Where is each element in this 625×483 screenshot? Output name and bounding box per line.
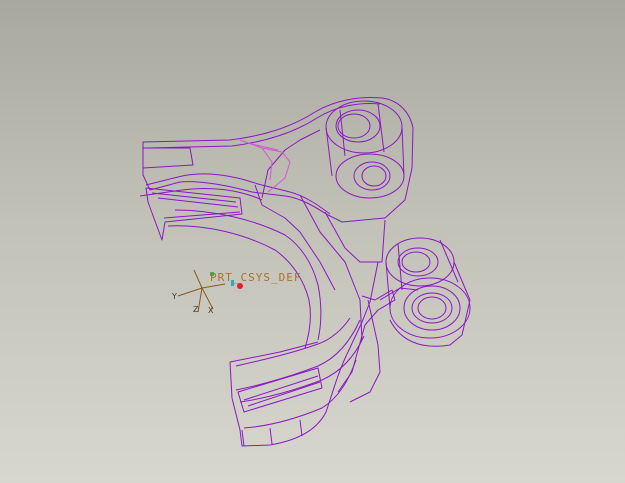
- upper-boss: [325, 100, 405, 199]
- upper-arm-outline: [142, 97, 414, 223]
- csys-z-axis: [197, 287, 203, 313]
- upper-arm-inner-edge-2: [145, 173, 331, 215]
- highlighted-edge-2: [251, 143, 279, 181]
- lower-pocket-floor: [243, 375, 321, 407]
- lower-boss: [379, 237, 471, 347]
- upper-notch: [142, 147, 194, 169]
- csys-axis-label-x: X: [208, 306, 214, 315]
- csys-horizontal-axis: [201, 283, 226, 289]
- lower-arm-edge-4: [243, 359, 357, 429]
- lower-arm-edge-1: [235, 317, 351, 367]
- csys-y-axis: [177, 287, 203, 297]
- csys-axis-label-z: Z: [193, 305, 199, 314]
- web-outer-edge: [261, 129, 321, 199]
- graphics-viewport[interactable]: PRT_CSYS_DEF Y Z X: [0, 0, 625, 483]
- lower-arm-edge-2: [235, 319, 361, 391]
- lower-arm-rib: [337, 289, 396, 393]
- part-wireframe-model[interactable]: [0, 0, 625, 483]
- web-rib-2: [324, 211, 386, 263]
- csys-label: PRT_CSYS_DEF: [210, 271, 302, 284]
- csys-vertical-axis: [193, 269, 203, 289]
- csys-axis-label-y: Y: [172, 292, 177, 301]
